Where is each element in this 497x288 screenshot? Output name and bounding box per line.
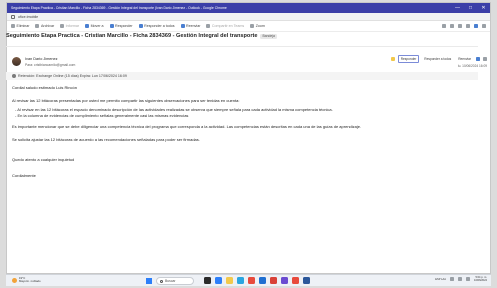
- trash-icon: [11, 24, 15, 28]
- office-icon[interactable]: [270, 277, 277, 284]
- forward-label: Reenviar: [458, 57, 471, 61]
- volume-icon[interactable]: [458, 277, 463, 281]
- archive-button[interactable]: Archivar: [35, 24, 54, 28]
- close-button[interactable]: ✕: [477, 3, 490, 13]
- zoom-label: Zoom: [255, 24, 265, 28]
- message-toolbar: Eliminar Archivar Informar Mover a Respo…: [7, 21, 490, 32]
- chrome-icon[interactable]: [248, 277, 255, 284]
- delete-button[interactable]: Eliminar: [11, 24, 29, 28]
- taskbar: 19°C Mayorm. nublado Buscar ESP LAA 5:04…: [6, 274, 491, 286]
- sender-name[interactable]: Ivan Dario Jimenez: [25, 57, 58, 61]
- body-bullet-2: - En la columna de evidencias de cumplim…: [15, 112, 189, 118]
- retention-text: Retención: Exchange Online (15 días) Exp…: [18, 74, 127, 78]
- toolbar-forward-label: Reenviar: [186, 24, 201, 28]
- forward-button[interactable]: Reenviar: [456, 56, 473, 62]
- url-text[interactable]: ofice.tmobile: [18, 15, 38, 19]
- retention-icon: [12, 74, 16, 78]
- toolbar-reply-all-label: Responder a todos: [144, 24, 175, 28]
- toolbar-extra: [442, 24, 486, 28]
- subject-text: Seguimiento Etapa Practica - Cristian Ma…: [6, 33, 258, 39]
- teams-action-icon[interactable]: [476, 57, 480, 61]
- undo-icon[interactable]: [442, 24, 446, 28]
- folder-icon: [85, 24, 90, 28]
- forward-icon: [180, 24, 185, 28]
- taskbar-search[interactable]: Buscar: [156, 277, 194, 285]
- title-bar: Seguimiento Etapa Practica - Cristian Ma…: [7, 3, 490, 13]
- lock-icon: [11, 14, 15, 19]
- teams-app-icon[interactable]: [281, 277, 288, 284]
- maximize-button[interactable]: □: [464, 3, 477, 13]
- taskbar-search-label: Buscar: [165, 279, 176, 283]
- address-bar[interactable]: ofice.tmobile: [7, 13, 490, 21]
- clock-date: 10/06/2024: [474, 279, 487, 282]
- flag-icon[interactable]: [466, 24, 470, 28]
- zoom-icon: [250, 24, 255, 28]
- weather-desc: Mayorm. nublado: [19, 279, 41, 284]
- language-indicator[interactable]: ESP LAA: [435, 278, 446, 281]
- file-explorer-icon[interactable]: [226, 277, 233, 284]
- message-actions: Responder Responder a todos Reenviar: [390, 55, 487, 63]
- weather-icon: [12, 277, 17, 283]
- app-icon[interactable]: [292, 277, 299, 284]
- emoji-icon[interactable]: [390, 57, 395, 61]
- retention-bar: Retención: Exchange Online (15 días) Exp…: [6, 72, 478, 80]
- windows-start-icon[interactable]: [146, 278, 152, 284]
- reply-all-icon: [138, 24, 143, 28]
- widgets-icon[interactable]: [215, 277, 222, 284]
- body-signoff: Cordialmente: [12, 173, 36, 178]
- wifi-icon[interactable]: [450, 277, 455, 281]
- move-button[interactable]: Mover a: [85, 24, 104, 28]
- archive-label: Archivar: [40, 24, 55, 28]
- reply-label: Responder: [400, 57, 417, 61]
- tag-icon[interactable]: [458, 24, 462, 28]
- battery-icon[interactable]: [466, 277, 471, 281]
- more-actions-icon[interactable]: [483, 57, 487, 61]
- word-icon[interactable]: [303, 277, 310, 284]
- zoom-button[interactable]: Zoom: [250, 24, 265, 28]
- system-tray: ESP LAA 5:04 p. m. 10/06/2024: [435, 276, 487, 282]
- toolbar-reply-button[interactable]: Responder: [109, 24, 133, 28]
- minimize-button[interactable]: —: [451, 3, 464, 13]
- body-closing: Quedo atento a cualquier inquietud: [12, 157, 75, 162]
- reply-all-button[interactable]: Responder a todos: [422, 56, 453, 62]
- report-button[interactable]: Informar: [60, 24, 79, 28]
- taskbar-apps: [204, 277, 310, 284]
- reply-all-label: Responder a todos: [424, 57, 452, 61]
- message-date: lu. 10/06/2024 16:09: [457, 64, 487, 68]
- apps-icon[interactable]: [474, 24, 478, 28]
- edge-icon[interactable]: [237, 277, 244, 284]
- window-title: Seguimiento Etapa Practica - Cristian Ma…: [11, 6, 227, 10]
- shield-icon: [60, 24, 65, 28]
- body-intro: Al revisar las 12 bitácoras presentadas …: [12, 98, 240, 103]
- toolbar-forward-button[interactable]: Reenviar: [180, 24, 201, 28]
- clock[interactable]: 5:04 p. m. 10/06/2024: [474, 276, 487, 282]
- weather-text: 19°C Mayorm. nublado: [19, 276, 41, 284]
- archive-icon: [35, 24, 40, 28]
- toolbar-reply-all-button[interactable]: Responder a todos: [138, 24, 175, 28]
- teams-icon: [206, 24, 211, 28]
- body-important: Es importante mencionar que se debe dili…: [12, 124, 362, 129]
- folder-tag[interactable]: Bandeja: [260, 33, 277, 39]
- weather-widget[interactable]: 19°C Mayorm. nublado: [12, 276, 41, 284]
- avatar: [12, 57, 21, 66]
- share-teams-label: Compartir en Teams: [211, 24, 245, 28]
- reply-button[interactable]: Responder: [397, 55, 420, 63]
- more-icon[interactable]: [482, 24, 486, 28]
- report-label: Informar: [65, 24, 80, 28]
- taskview-icon[interactable]: [204, 277, 211, 284]
- body-request: Se solicita ajustar las 12 bitácoras de …: [12, 137, 200, 142]
- window-controls: — □ ✕: [451, 3, 490, 13]
- delete-label: Eliminar: [16, 24, 30, 28]
- redo-icon[interactable]: [450, 24, 454, 28]
- recipient-line: Para: cristhiancamilo@gmail.com: [25, 63, 76, 67]
- move-label: Mover a: [90, 24, 104, 28]
- search-icon: [160, 279, 163, 283]
- body-greeting: Cordial saludo estimado Luis Rincón: [12, 85, 77, 90]
- toolbar-reply-label: Responder: [115, 24, 133, 28]
- message-subject: Seguimiento Etapa Practica - Cristian Ma…: [6, 33, 277, 39]
- reply-icon: [109, 24, 114, 28]
- share-teams-button[interactable]: Compartir en Teams: [206, 24, 244, 28]
- outlook-icon[interactable]: [259, 277, 266, 284]
